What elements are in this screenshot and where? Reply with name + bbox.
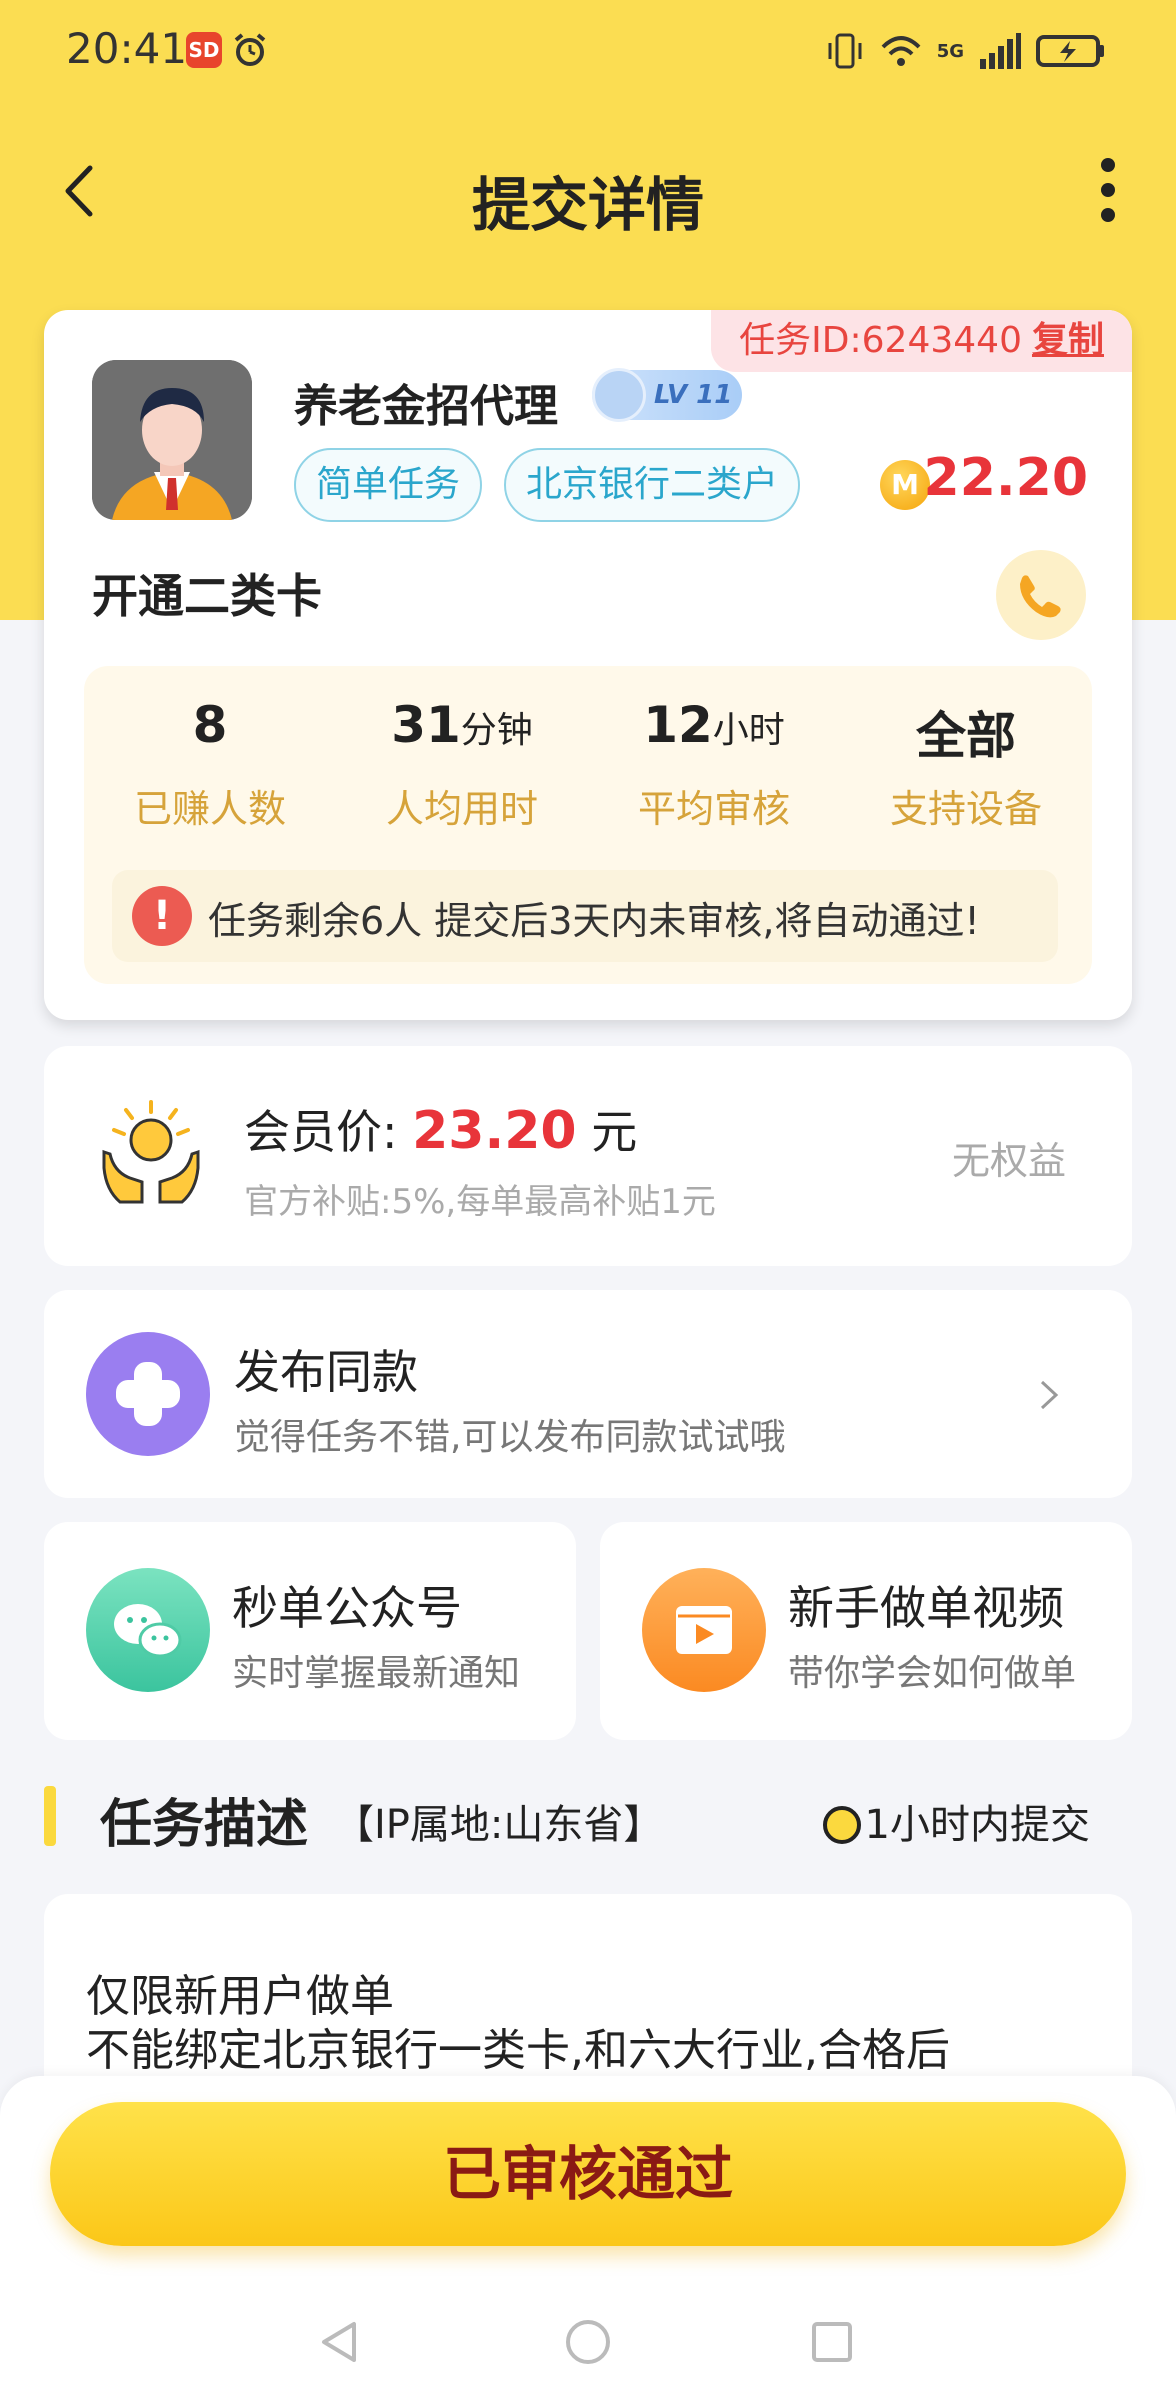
phone-button[interactable]: [996, 550, 1086, 640]
medal-icon: [592, 368, 646, 422]
description-title: 任务描述: [100, 1795, 309, 1855]
system-navigation-bar: [0, 2302, 1176, 2382]
status-icons: 5G: [825, 28, 1106, 74]
system-recents-icon[interactable]: [802, 2312, 862, 2372]
battery-icon: [1036, 35, 1104, 67]
time-limit-text: 1小时内提交: [864, 1802, 1090, 1848]
vip-price-row: 会员价: 23.20 元: [244, 1096, 637, 1162]
vip-price-card[interactable]: 会员价: 23.20 元 官方补贴:5%,每单最高补贴1元 无权益: [44, 1046, 1132, 1266]
stat-avg-time: 31分钟 人均用时: [336, 696, 588, 833]
stat-earned-count: 8 已赚人数: [84, 696, 336, 833]
video-title: 新手做单视频: [788, 1581, 1064, 1635]
vip-unit: 元: [591, 1105, 638, 1159]
level-label: LV 11: [654, 380, 733, 410]
stat-value: 12: [643, 696, 713, 754]
phone-icon: [1020, 575, 1061, 618]
publish-subtitle: 觉得任务不错,可以发布同款试试哦: [234, 1417, 786, 1458]
stat-unit: 小时: [712, 710, 785, 751]
vibrate-icon: [828, 33, 862, 69]
wifi-icon: [881, 36, 921, 66]
task-info-card: 任务ID:6243440 复制 养老金招代理 LV 11 简单任务 北京银行二类户…: [44, 310, 1132, 1020]
vip-label: 会员价:: [244, 1105, 398, 1159]
notice-text: 任务剩余6人 提交后3天内未审核,将自动通过!: [208, 899, 980, 943]
publish-title: 发布同款: [234, 1345, 418, 1399]
status-time: 20:41: [66, 24, 188, 73]
stat-value: 8: [192, 696, 228, 754]
more-options-icon[interactable]: [1096, 158, 1120, 222]
system-home-icon[interactable]: [558, 2312, 618, 2372]
vip-price: 23.20: [412, 1101, 577, 1161]
stat-avg-review: 12小时 平均审核: [588, 696, 840, 833]
description-line: 不能绑定北京银行一类卡,和六大行业,合格后: [86, 2025, 950, 2076]
ip-location: 【IP属地:山东省】: [334, 1802, 664, 1848]
video-subtitle: 带你学会如何做单: [788, 1653, 1077, 1694]
network-type-label: 5G: [936, 40, 964, 62]
stat-label: 人均用时: [385, 787, 538, 831]
stat-value: 31: [391, 696, 461, 754]
avatar-illustration: [92, 360, 252, 520]
vip-benefit-status: 无权益: [951, 1139, 1066, 1183]
task-id-tag: 任务ID:6243440 复制: [711, 310, 1132, 372]
task-stats: 8 已赚人数 31分钟 人均用时 12小时 平均审核 全部 支持设备 ! 任务剩…: [84, 666, 1092, 984]
submit-time-limit: 1小时内提交: [822, 1792, 1090, 1850]
wechat-subtitle: 实时掌握最新通知: [232, 1653, 521, 1694]
vip-subsidy-note: 官方补贴:5%,每单最高补贴1元: [244, 1182, 716, 1222]
coin-icon: M: [880, 460, 930, 510]
copy-id-button[interactable]: 复制: [1032, 320, 1104, 361]
video-icon: [642, 1568, 766, 1692]
review-status-button[interactable]: 已审核通过: [50, 2102, 1126, 2246]
wechat-account-card[interactable]: 秒单公众号 实时掌握最新通知: [44, 1522, 576, 1740]
page-title: 提交详情: [471, 171, 704, 239]
bottom-action-panel: 已审核通过: [0, 2076, 1176, 2400]
stat-label: 支持设备: [889, 787, 1042, 831]
tag-simple-task: 简单任务: [294, 448, 483, 522]
publisher-avatar: [92, 360, 252, 520]
stat-value: 全部: [916, 707, 1016, 765]
tag-bank-account: 北京银行二类户: [504, 448, 801, 522]
stat-unit: 分钟: [460, 710, 533, 751]
status-bar: 20:41 SD 5G: [0, 0, 1176, 100]
plus-icon: [86, 1332, 210, 1456]
alarm-icon: [234, 33, 266, 66]
stat-devices: 全部 支持设备: [840, 696, 1092, 833]
description-header: 任务描述 【IP属地:山东省】 1小时内提交: [44, 1780, 1132, 1855]
app-notification-icon: SD: [186, 32, 222, 68]
hands-coin-icon: [102, 1100, 200, 1204]
wechat-icon: [86, 1568, 210, 1692]
task-title: 开通二类卡: [92, 569, 322, 623]
tutorial-video-card[interactable]: 新手做单视频 带你学会如何做单: [600, 1522, 1132, 1740]
chevron-right-icon: [1040, 1380, 1059, 1410]
reward-amount: 22.20: [923, 448, 1088, 508]
nav-bar: 提交详情: [0, 130, 1176, 260]
system-back-icon[interactable]: [310, 2312, 370, 2372]
stat-label: 已赚人数: [133, 787, 286, 831]
warning-icon: !: [132, 886, 192, 946]
signal-icon: [980, 33, 1021, 69]
publisher-name: 养老金招代理: [294, 381, 558, 432]
stat-label: 平均审核: [637, 787, 790, 831]
level-badge: LV 11: [592, 368, 742, 422]
section-accent-bar: [44, 1786, 56, 1846]
clock-icon: [822, 1806, 861, 1844]
notice-bar: ! 任务剩余6人 提交后3天内未审核,将自动通过!: [112, 870, 1058, 962]
wechat-title: 秒单公众号: [232, 1581, 462, 1635]
publish-same-card[interactable]: 发布同款 觉得任务不错,可以发布同款试试哦: [44, 1290, 1132, 1498]
task-id: 任务ID:6243440: [739, 320, 1022, 361]
